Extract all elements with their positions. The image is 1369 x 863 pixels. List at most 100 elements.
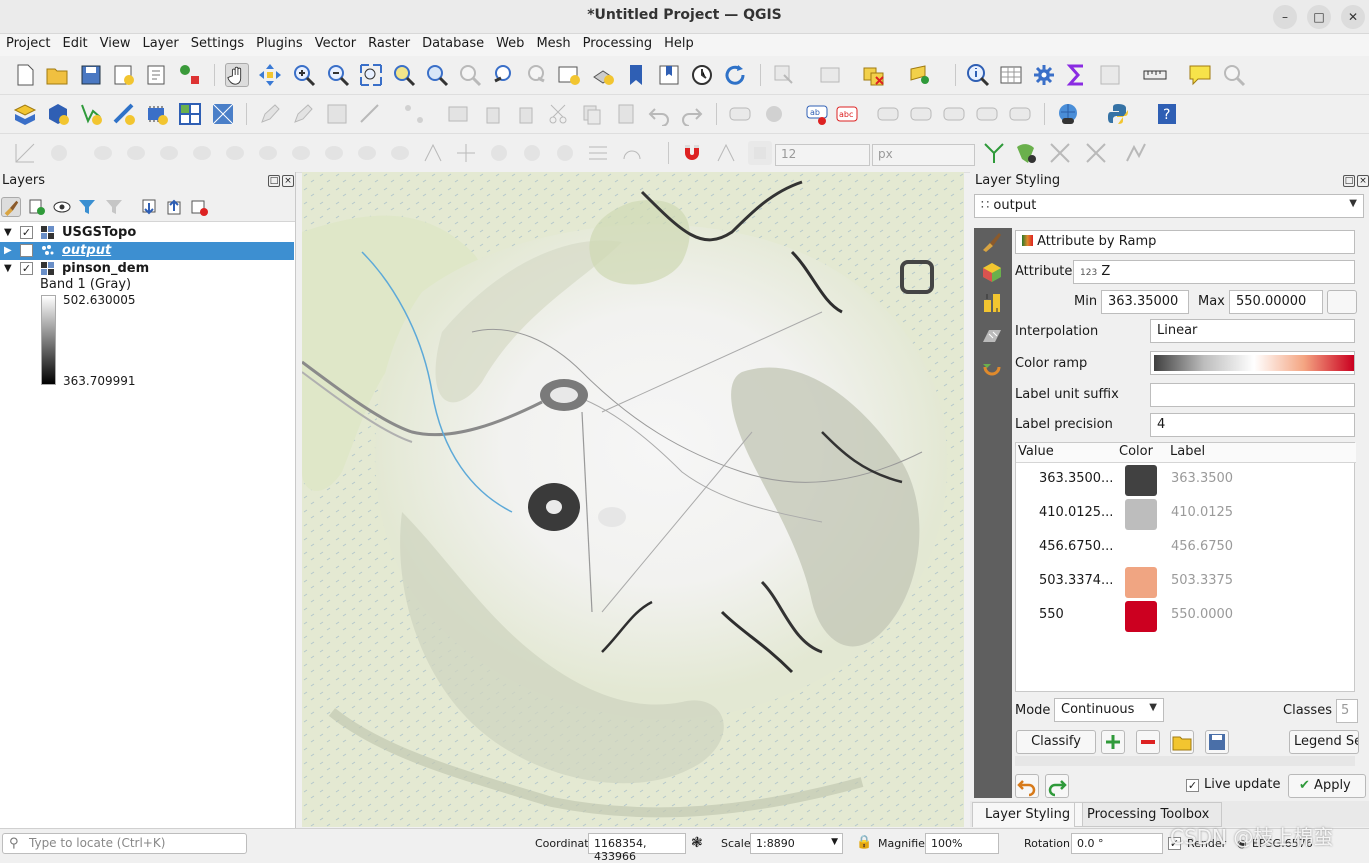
close-button[interactable]: ✕: [1341, 5, 1365, 29]
expand-all-icon[interactable]: [139, 197, 159, 217]
new-spatialite-layer-icon[interactable]: [112, 102, 136, 126]
zoom-to-selection-icon[interactable]: [392, 63, 416, 87]
redo-icon[interactable]: [680, 102, 704, 126]
zoom-next-icon[interactable]: [524, 63, 548, 87]
snap-intersections-icon[interactable]: [1084, 141, 1108, 165]
new-bookmark-icon[interactable]: [624, 63, 648, 87]
undo-icon[interactable]: [647, 102, 671, 126]
apply-button[interactable]: ✔ Apply: [1288, 774, 1366, 798]
menu-processing[interactable]: Processing: [577, 34, 658, 56]
color-column-header[interactable]: Color: [1119, 444, 1153, 459]
fill-ring-icon[interactable]: [157, 141, 181, 165]
select-location-icon[interactable]: [908, 63, 932, 87]
manage-visibility-icon[interactable]: [52, 197, 72, 217]
delete-ring-icon[interactable]: [190, 141, 214, 165]
highlight-pinned-labels-icon[interactable]: [876, 102, 900, 126]
map-tips-icon[interactable]: [1188, 63, 1212, 87]
layer-labeling-options-icon[interactable]: ab: [805, 102, 829, 126]
layer-visibility-checkbox[interactable]: [20, 244, 33, 257]
class-value[interactable]: 363.3500...: [1039, 471, 1113, 486]
vertex-tool-icon[interactable]: [402, 102, 426, 126]
new-mesh-layer-icon[interactable]: [211, 102, 235, 126]
symbology-icon[interactable]: [981, 230, 1003, 252]
menu-web[interactable]: Web: [490, 34, 530, 56]
label-toolbar-icon[interactable]: [728, 102, 752, 126]
rotate-point-icon[interactable]: [487, 141, 511, 165]
python-console-icon[interactable]: [1106, 102, 1130, 126]
label-column-header[interactable]: Label: [1170, 444, 1205, 459]
layer-item-usgstopo[interactable]: ▼ ✓ USGSTopo: [0, 224, 294, 242]
copy-features-icon[interactable]: [580, 102, 604, 126]
menu-vector[interactable]: Vector: [309, 34, 362, 56]
help-icon[interactable]: ?: [1155, 102, 1179, 126]
color-ramp-selector[interactable]: [1150, 351, 1355, 375]
max-value-input[interactable]: 550.00000: [1229, 290, 1323, 314]
magnifier-input[interactable]: 100%: [925, 833, 999, 854]
undo-style-icon[interactable]: [1015, 774, 1039, 798]
delete-part-icon[interactable]: [223, 141, 247, 165]
legend-settings-button[interactable]: Legend Se: [1289, 730, 1359, 754]
new-geopackage-layer-icon[interactable]: [46, 102, 70, 126]
snap-tolerance-input[interactable]: 12: [775, 144, 870, 166]
value-column-header[interactable]: Value: [1018, 444, 1054, 459]
mode-selector[interactable]: Continuous ▼: [1054, 698, 1164, 722]
field-calculator-icon[interactable]: [1098, 63, 1122, 87]
tracing-icon[interactable]: [1124, 141, 1148, 165]
digitize-icon[interactable]: [358, 102, 382, 126]
cut-features-icon[interactable]: [547, 102, 571, 126]
modify-attributes-icon[interactable]: [446, 102, 470, 126]
class-color-swatch[interactable]: [1125, 499, 1157, 530]
move-label-icon[interactable]: [975, 102, 999, 126]
pin-labels-icon[interactable]: [909, 102, 933, 126]
zoom-native-icon[interactable]: [458, 63, 482, 87]
quickmapservices-icon[interactable]: [1056, 102, 1080, 126]
new-temporary-layer-icon[interactable]: [145, 102, 169, 126]
class-color-swatch[interactable]: [1125, 601, 1157, 632]
class-value[interactable]: 410.0125...: [1039, 505, 1113, 520]
label-unit-suffix-input[interactable]: [1150, 383, 1355, 407]
trim-extend-icon[interactable]: [620, 141, 644, 165]
edit-pencil-icon[interactable]: [258, 102, 282, 126]
snapping-type-icon[interactable]: [748, 141, 772, 165]
zoom-full-icon[interactable]: [359, 63, 383, 87]
class-color-swatch[interactable]: [1125, 465, 1157, 496]
menu-raster[interactable]: Raster: [362, 34, 416, 56]
filter-expression-icon[interactable]: [104, 197, 124, 217]
table-row[interactable]: 550 550.0000: [1016, 599, 1356, 633]
float-panel-button[interactable]: □: [1343, 175, 1355, 187]
rendering-icon[interactable]: [981, 324, 1003, 346]
topological-editing-icon[interactable]: [982, 141, 1006, 165]
rotation-input[interactable]: 0.0 °: [1071, 833, 1163, 854]
interpolation-selector[interactable]: Linear: [1150, 319, 1355, 343]
layer-visibility-checkbox[interactable]: ✓: [20, 262, 33, 275]
new-3d-view-icon[interactable]: [591, 63, 615, 87]
new-print-layout-icon[interactable]: [112, 63, 136, 87]
statistics-icon[interactable]: [1065, 63, 1089, 87]
toggle-editing-icon[interactable]: [291, 102, 315, 126]
measure-line-icon[interactable]: [1143, 63, 1167, 87]
expand-arrow-icon[interactable]: ▼: [4, 227, 12, 238]
simplify-icon[interactable]: [91, 141, 115, 165]
new-virtual-layer-icon[interactable]: [178, 102, 202, 126]
reverse-line-icon[interactable]: [322, 141, 346, 165]
close-panel-button[interactable]: ×: [282, 175, 294, 187]
layout-manager-icon[interactable]: [145, 63, 169, 87]
deselect-features-icon[interactable]: [862, 63, 886, 87]
minimize-button[interactable]: –: [1273, 5, 1297, 29]
label-pin-icon[interactable]: [762, 102, 786, 126]
save-project-icon[interactable]: [79, 63, 103, 87]
temporal-controller-icon[interactable]: [690, 63, 714, 87]
class-label[interactable]: 410.0125: [1171, 505, 1233, 520]
classify-button[interactable]: Classify: [1016, 730, 1096, 754]
snapping-magnet-icon[interactable]: [680, 141, 704, 165]
trash-icon[interactable]: [514, 102, 538, 126]
pan-to-selection-icon[interactable]: [258, 63, 282, 87]
data-source-manager-icon[interactable]: [13, 102, 37, 126]
min-max-options-button[interactable]: [1327, 290, 1357, 314]
layer-visibility-checkbox[interactable]: ✓: [20, 226, 33, 239]
select-by-value-icon[interactable]: [818, 63, 842, 87]
new-map-view-icon[interactable]: [557, 63, 581, 87]
class-value[interactable]: 456.6750...: [1039, 539, 1113, 554]
layer-item-output[interactable]: ▶ output: [0, 242, 294, 260]
zoom-out-icon[interactable]: [326, 63, 350, 87]
